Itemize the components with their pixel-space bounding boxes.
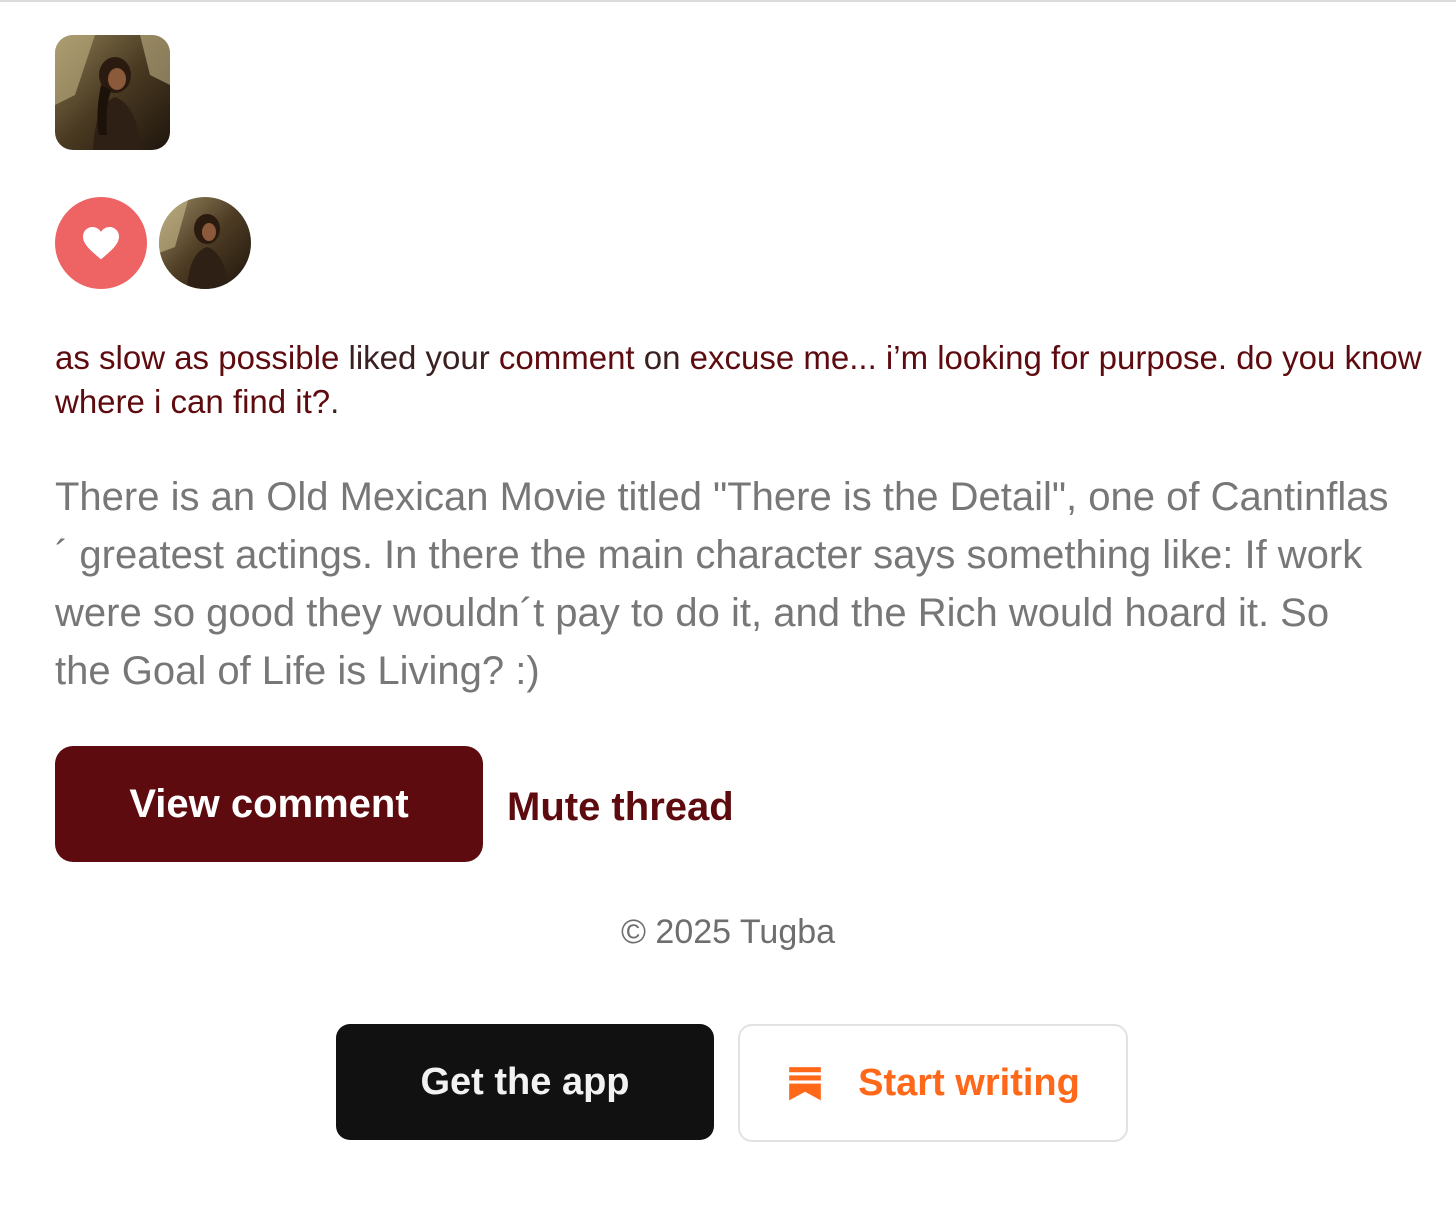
start-writing-label: Start writing (858, 1061, 1080, 1104)
get-the-app-button[interactable]: Get the app (336, 1024, 714, 1140)
actor-link[interactable]: as slow as possible (55, 339, 339, 376)
heart-icon (83, 226, 119, 260)
bookmark-stack-icon (789, 1067, 821, 1101)
top-divider (0, 0, 1456, 2)
user-avatar-photo-icon (159, 197, 251, 289)
publication-logo[interactable] (55, 35, 170, 150)
start-writing-button[interactable]: Start writing (738, 1024, 1128, 1142)
notification-connector-text: on (634, 339, 690, 376)
notification-text: as slow as possible liked your comment o… (55, 336, 1425, 424)
heart-reaction-badge (55, 197, 147, 289)
notification-action-text: liked your (339, 339, 499, 376)
copyright-text: © 2025 Tugba (620, 913, 836, 951)
notification-suffix: . (330, 383, 340, 420)
comment-text: There is an Old Mexican Movie titled "Th… (55, 475, 1389, 693)
mute-thread-link[interactable]: Mute thread (507, 782, 734, 832)
view-comment-button[interactable]: View comment (55, 746, 483, 862)
comment-link[interactable]: comment (499, 339, 635, 376)
publication-logo-photo-icon (55, 35, 170, 150)
liker-avatar[interactable] (159, 197, 251, 289)
